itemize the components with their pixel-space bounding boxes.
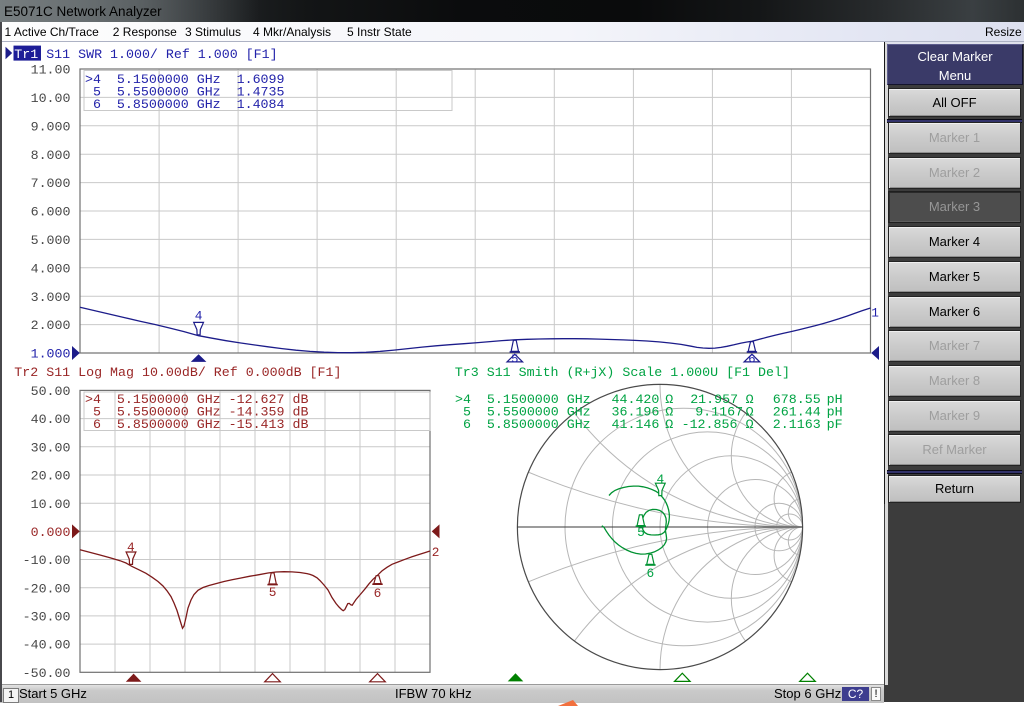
svg-text:9.000: 9.000 (31, 119, 71, 134)
svg-text:30.00: 30.00 (31, 440, 71, 455)
svg-text:2.000: 2.000 (31, 318, 71, 333)
svg-text:41.146: 41.146 (612, 417, 660, 432)
svg-text:6 5.8500000 GHz 1.4084: 6 5.8500000 GHz 1.4084 (85, 97, 285, 112)
svg-text:1: 1 (871, 305, 879, 320)
svg-text:4.000: 4.000 (31, 261, 71, 276)
svg-text:6 5.8500000 GHz: 6 5.8500000 GHz (455, 417, 591, 432)
svg-text:Tr3 S11 Smith (R+jX) Scale 1.0: Tr3 S11 Smith (R+jX) Scale 1.000U [F1 De… (455, 365, 790, 380)
svg-text:20.00: 20.00 (31, 469, 71, 484)
svg-text:6: 6 (647, 566, 655, 581)
svg-text:7.000: 7.000 (31, 176, 71, 191)
svg-text:1.000: 1.000 (31, 347, 71, 362)
svg-text:40.00: 40.00 (31, 412, 71, 427)
svg-text:Ω: Ω (746, 417, 754, 432)
svg-text:2: 2 (432, 545, 440, 560)
svg-text:4: 4 (195, 309, 203, 324)
svg-text:-12.856: -12.856 (682, 417, 738, 432)
svg-text:11.00: 11.00 (31, 63, 71, 78)
svg-text:-20.00: -20.00 (23, 581, 71, 596)
svg-text:pF: pF (827, 417, 843, 432)
svg-text:Tr1: Tr1 (14, 47, 38, 62)
svg-text:S11 SWR 1.000/ Ref 1.000 [F1]: S11 SWR 1.000/ Ref 1.000 [F1] (46, 47, 277, 62)
svg-text:6: 6 (374, 586, 382, 601)
svg-text:10.00: 10.00 (31, 497, 71, 512)
svg-text:-50.00: -50.00 (23, 666, 71, 681)
svg-text:-40.00: -40.00 (23, 638, 71, 653)
svg-text:6.000: 6.000 (31, 205, 71, 220)
svg-text:5.000: 5.000 (31, 233, 71, 248)
svg-text:Ω: Ω (665, 417, 673, 432)
svg-text:6 5.8500000 GHz -15.413 dB: 6 5.8500000 GHz -15.413 dB (85, 417, 308, 432)
svg-text:10.00: 10.00 (31, 91, 71, 106)
svg-text:2.1163: 2.1163 (773, 417, 821, 432)
svg-text:-30.00: -30.00 (23, 610, 71, 625)
svg-text:Tr2 S11 Log Mag 10.00dB/ Ref 0: Tr2 S11 Log Mag 10.00dB/ Ref 0.000dB [F1… (14, 365, 341, 380)
svg-text:3.000: 3.000 (31, 290, 71, 305)
svg-text:50.00: 50.00 (31, 384, 71, 399)
svg-text:0.000: 0.000 (31, 525, 71, 540)
svg-text:8.000: 8.000 (31, 148, 71, 163)
svg-text:5: 5 (637, 525, 645, 540)
svg-text:5: 5 (269, 585, 277, 600)
svg-text:-10.00: -10.00 (23, 553, 71, 568)
